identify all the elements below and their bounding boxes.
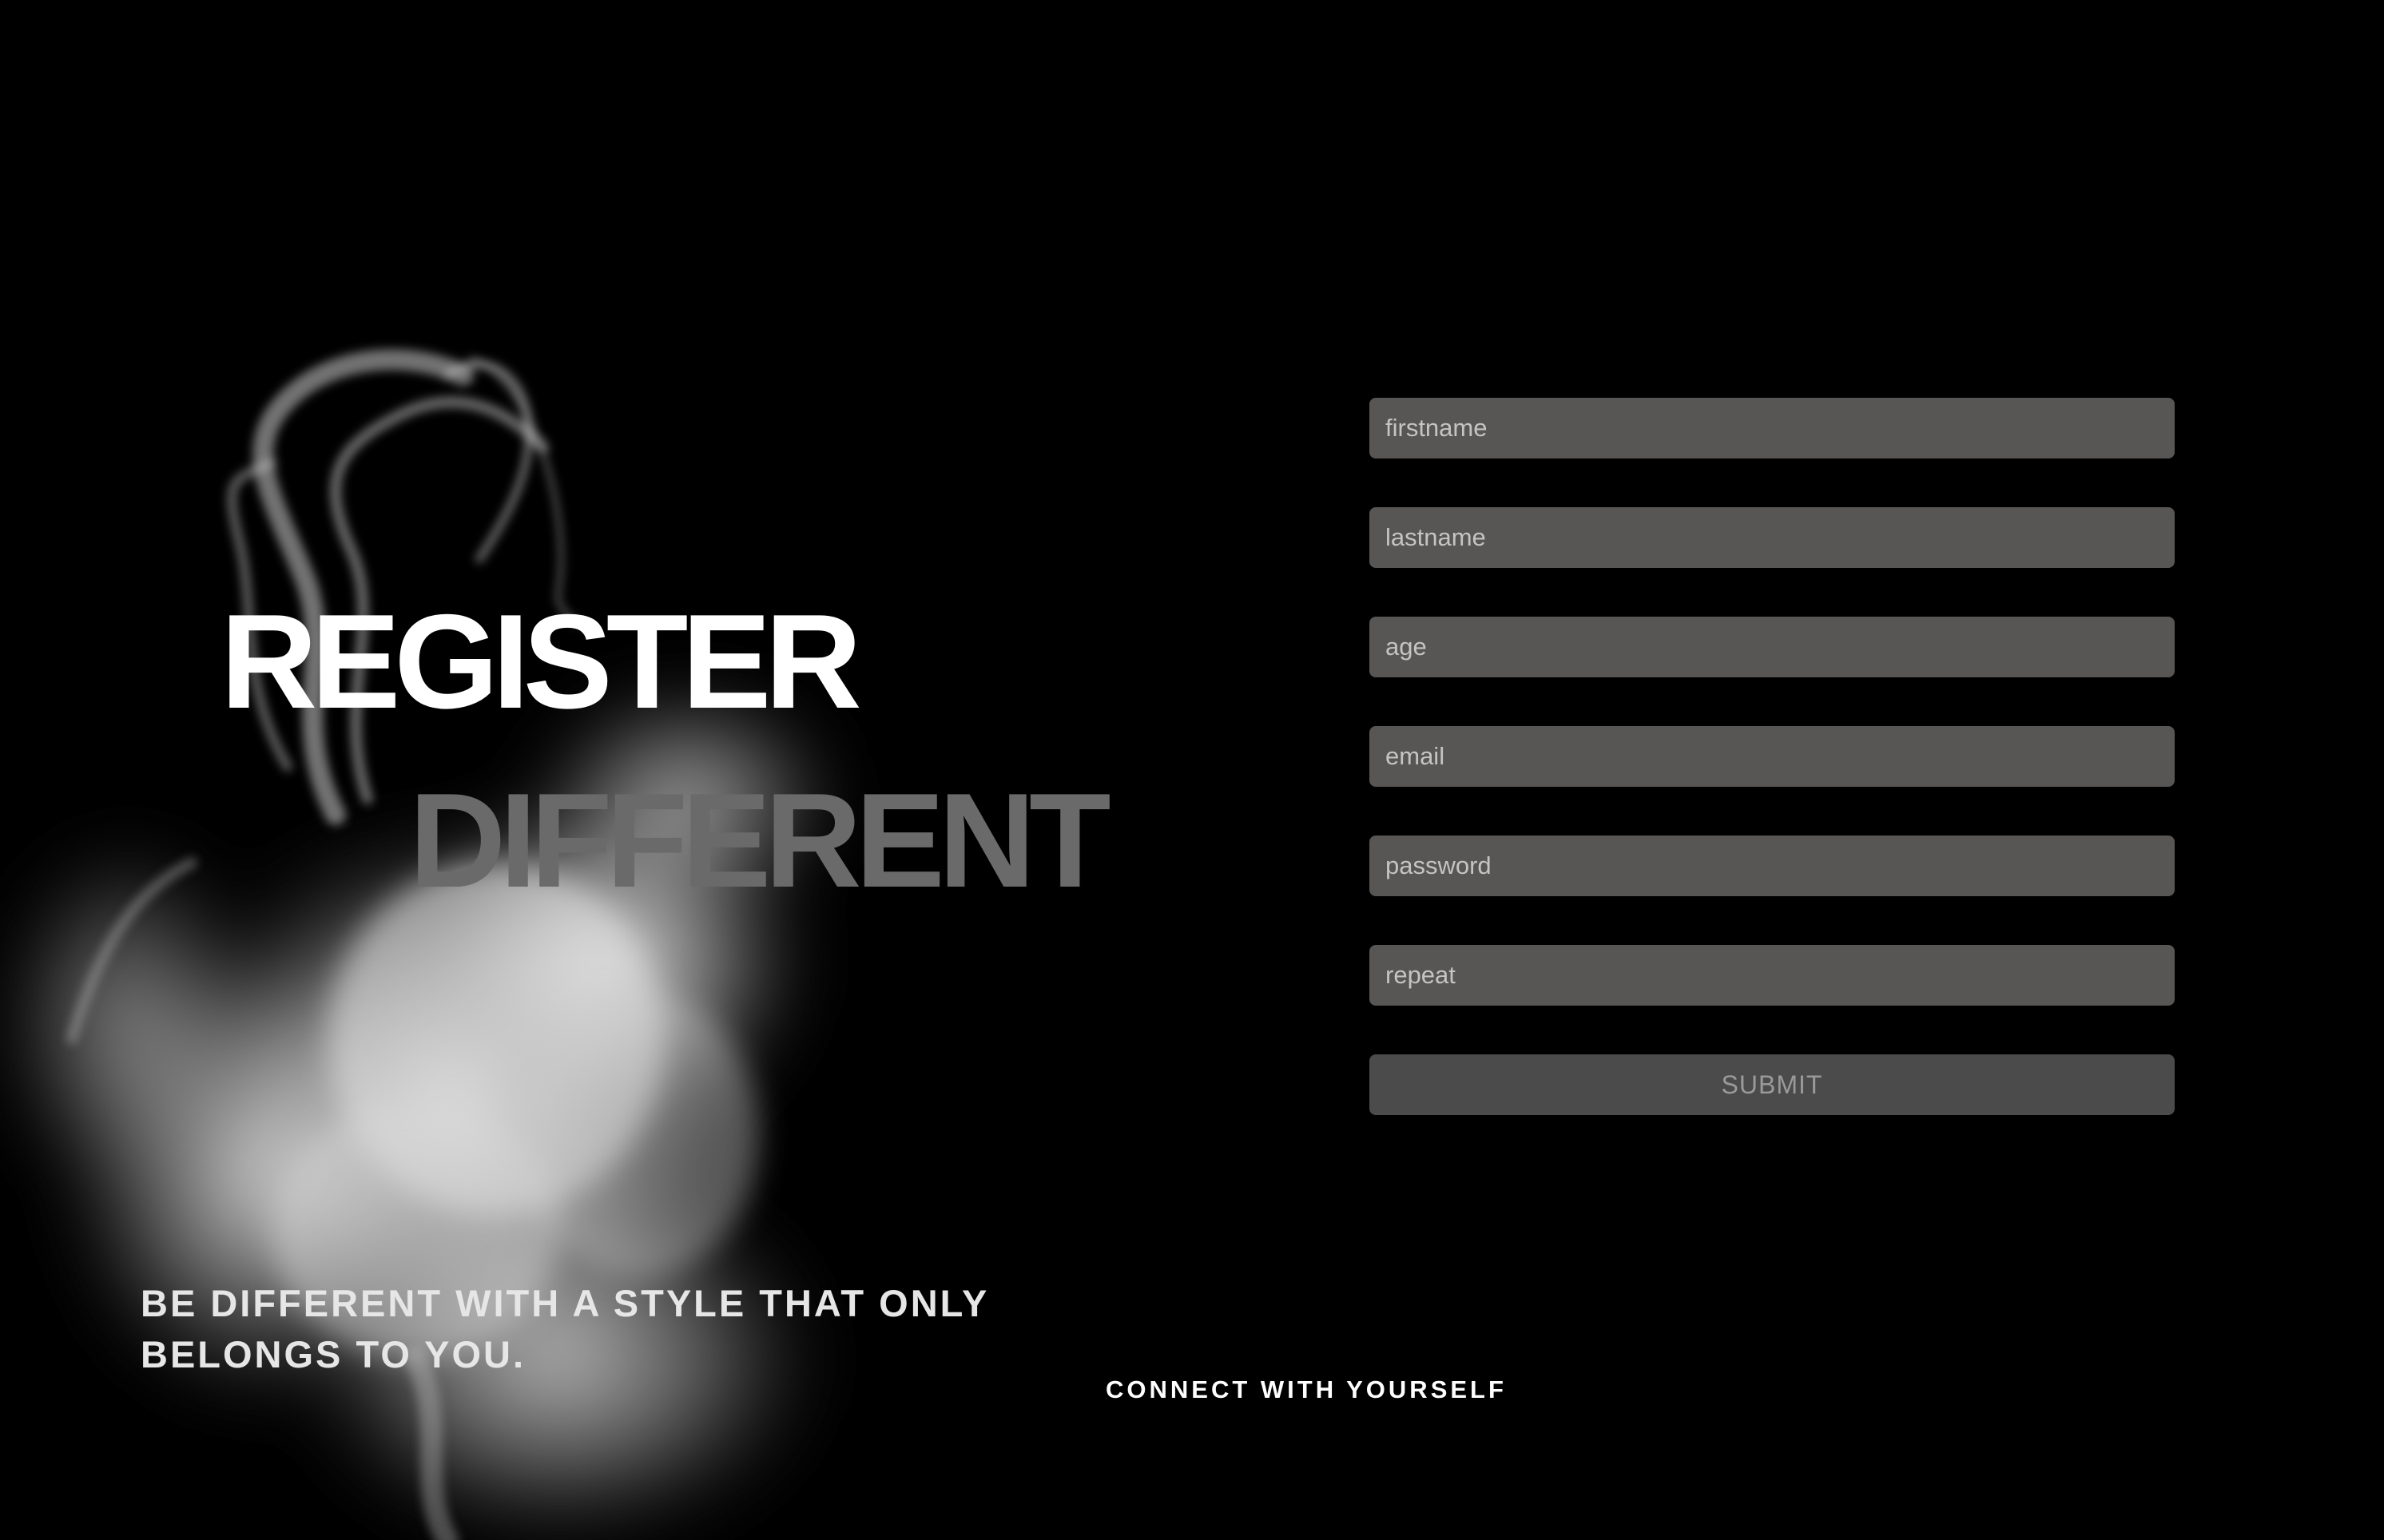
age-input[interactable]: [1369, 617, 2175, 677]
email-input[interactable]: [1369, 726, 2175, 787]
lastname-input[interactable]: [1369, 507, 2175, 568]
title-register: REGISTER: [221, 586, 862, 736]
connect-text: CONNECT WITH YOURSELF: [1106, 1375, 1507, 1403]
submit-button[interactable]: SUBMIT: [1369, 1054, 2175, 1115]
password-input[interactable]: [1369, 835, 2175, 896]
registration-form: SUBMIT: [1369, 398, 2175, 1115]
repeat-password-input[interactable]: [1369, 945, 2175, 1006]
title-different: DIFFERENT: [409, 765, 1111, 915]
firstname-input[interactable]: [1369, 398, 2175, 458]
tagline: BE DIFFERENT WITH A STYLE THAT ONLY BELO…: [141, 1282, 989, 1375]
